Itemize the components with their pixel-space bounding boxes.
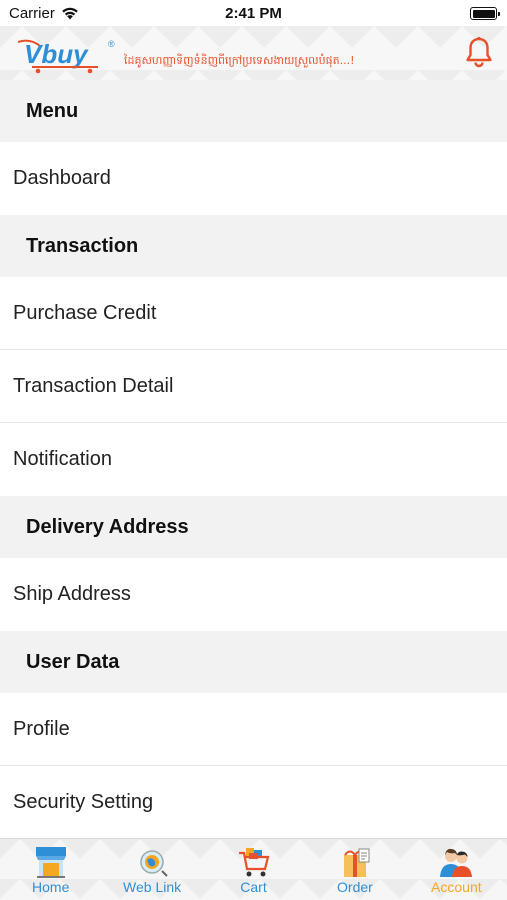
tab-home[interactable]: Home [0,839,101,900]
app-header: Vbuy ® ដៃគូសហញ្ញាទិញទំនិញពីក្រៅប្រទេសងាយ… [0,26,507,80]
tab-order[interactable]: Order [304,839,405,900]
home-store-icon [35,847,66,878]
tab-web-link[interactable]: Web Link [101,839,202,900]
menu-item-purchase-credit[interactable]: Purchase Credit [0,277,507,350]
section-header-delivery-address: Delivery Address [0,496,507,558]
bottom-tab-bar: Home Web Link Cart Order Account [0,838,507,900]
globe-link-icon [140,850,168,877]
section-header-menu: Menu [0,80,507,142]
section-header-transaction: Transaction [0,215,507,277]
battery-icon [470,7,500,20]
tab-cart-label: Cart [240,879,267,895]
tab-order-label: Order [337,879,373,895]
account-users-icon [440,848,473,877]
header-tagline: ដៃគូសហញ្ញាទិញទំនិញពីក្រៅប្រទេសងាយស្រួលបំ… [124,54,355,67]
menu-list: Menu Dashboard Transaction Purchase Cred… [0,80,507,838]
tab-cart[interactable]: Cart [203,839,304,900]
notification-bell-icon[interactable] [465,36,493,68]
tab-home-label: Home [32,879,70,895]
menu-item-ship-address[interactable]: Ship Address [0,558,507,631]
shopping-cart-icon [238,848,269,877]
menu-item-transaction-detail[interactable]: Transaction Detail [0,350,507,423]
order-box-icon [343,848,370,877]
tab-account-label: Account [431,879,482,895]
svg-text:Vbuy: Vbuy [24,39,89,69]
status-time: 2:41 PM [225,5,282,22]
svg-text:®: ® [108,39,115,49]
menu-item-notification[interactable]: Notification [0,423,507,496]
tab-web-link-label: Web Link [123,879,182,895]
menu-item-profile[interactable]: Profile [0,693,507,766]
status-bar: Carrier 2:41 PM [0,0,507,26]
menu-item-security-setting[interactable]: Security Setting [0,766,507,838]
tab-account[interactable]: Account [406,839,507,900]
menu-item-dashboard[interactable]: Dashboard [0,142,507,215]
section-header-user-data: User Data [0,631,507,693]
vbuy-logo[interactable]: Vbuy ® [16,36,120,74]
